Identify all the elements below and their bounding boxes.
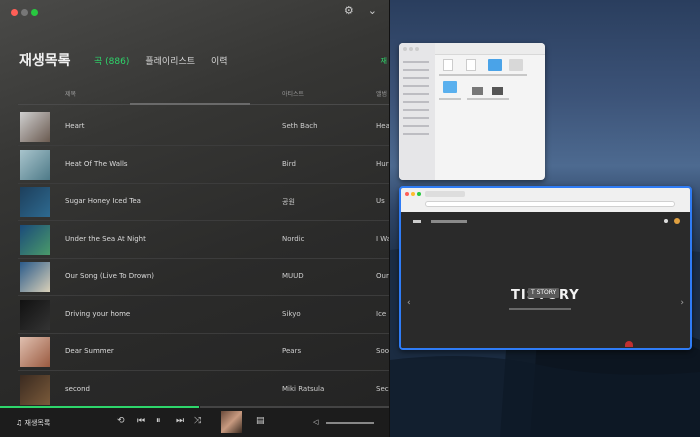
song-title: Sugar Honey Iced Tea xyxy=(65,197,141,205)
dock-app-icon[interactable] xyxy=(625,341,633,347)
close-button[interactable] xyxy=(11,9,18,16)
song-title: Dear Summer xyxy=(65,347,114,355)
song-title: Driving your home xyxy=(65,309,131,318)
playback-progress[interactable] xyxy=(0,406,199,408)
album-art[interactable] xyxy=(20,149,50,180)
page-title: 재생목록 xyxy=(19,53,71,69)
now-playing-artwork[interactable] xyxy=(221,411,242,433)
tab-history[interactable]: 이력 xyxy=(211,54,228,67)
image-file-icon[interactable] xyxy=(492,87,503,95)
column-header-artist[interactable]: 아티스트 xyxy=(282,89,304,98)
chevron-down-icon[interactable]: ⌄ xyxy=(368,4,377,17)
finder-window[interactable] xyxy=(399,43,545,180)
address-bar[interactable] xyxy=(425,201,675,207)
song-title: Heart xyxy=(65,122,85,130)
song-artist[interactable]: Seth Bach xyxy=(282,122,318,130)
song-row[interactable]: Driving your home Sikyo Ice xyxy=(0,296,389,334)
browser-tab[interactable] xyxy=(425,191,465,197)
carousel-next-icon[interactable]: › xyxy=(680,298,684,308)
song-title: Our Song (Live To Drown) xyxy=(65,272,155,280)
repeat-icon[interactable]: ⟲ xyxy=(117,416,125,426)
volume-icon[interactable]: ◁ xyxy=(313,418,318,426)
album-art[interactable] xyxy=(20,374,50,405)
fullscreen-button[interactable] xyxy=(31,9,38,16)
avatar[interactable] xyxy=(674,218,680,224)
song-row[interactable]: Sugar Honey Iced Tea 공원 Us xyxy=(0,183,389,221)
pause-icon[interactable]: ⏸ xyxy=(156,416,161,426)
song-album[interactable]: Our xyxy=(376,272,389,280)
song-row[interactable]: Heat Of The Walls Bird Hur xyxy=(0,146,389,184)
carousel-prev-icon[interactable]: ‹ xyxy=(407,298,411,308)
tistory-page: ‹ › TISTORY T STORY xyxy=(401,212,690,348)
tab-playlists[interactable]: 플레이리스트 xyxy=(145,54,195,67)
song-artist[interactable]: 공원 xyxy=(282,197,295,207)
prev-icon[interactable]: ⏮ xyxy=(137,416,145,426)
volume-slider[interactable] xyxy=(326,422,374,424)
tab-songs[interactable]: 곡 (886) xyxy=(94,54,129,67)
song-artist[interactable]: Pears xyxy=(282,347,301,355)
song-album[interactable]: Sec xyxy=(376,385,389,393)
song-row[interactable]: Under the Sea At Night Nordic I Wa xyxy=(0,221,389,259)
album-art[interactable] xyxy=(20,112,50,142)
song-row[interactable]: Our Song (Live To Drown) MUUD Our xyxy=(0,258,389,296)
song-album[interactable]: Hur xyxy=(376,160,389,168)
song-album[interactable]: I Wa xyxy=(376,235,389,243)
song-artist[interactable]: Bird xyxy=(282,160,296,168)
song-row[interactable]: second Miki Ratsula Sec xyxy=(0,371,389,409)
player-playlist-label[interactable]: ♫ 재생목록 xyxy=(16,418,50,428)
next-icon[interactable]: ⏭ xyxy=(176,416,184,426)
song-album[interactable]: Hea xyxy=(376,122,389,130)
song-row[interactable]: Dear Summer Pears Soo xyxy=(0,333,389,371)
document-icon[interactable] xyxy=(466,59,476,71)
lyrics-icon[interactable]: ▤ xyxy=(256,416,265,426)
tab-bar: 곡 (886) 플레이리스트 이력 xyxy=(94,54,228,67)
search-icon[interactable] xyxy=(664,219,668,223)
folder-icon[interactable] xyxy=(443,81,457,93)
album-art[interactable] xyxy=(20,299,50,330)
album-art[interactable] xyxy=(20,337,50,367)
browser-toolbar xyxy=(401,188,690,212)
song-album[interactable]: Us xyxy=(376,197,385,205)
song-artist[interactable]: Sikyo xyxy=(282,310,301,318)
song-title: Under the Sea At Night xyxy=(65,234,146,243)
playlist-icon: ♫ xyxy=(16,419,23,427)
minimize-button[interactable] xyxy=(21,9,28,16)
column-header-album[interactable]: 앨범 xyxy=(376,89,387,98)
song-title: second xyxy=(65,384,90,393)
song-artist[interactable]: Nordic xyxy=(282,235,305,243)
image-file-icon[interactable] xyxy=(472,87,483,95)
folder-icon[interactable] xyxy=(488,59,502,71)
song-artist[interactable]: MUUD xyxy=(282,272,304,280)
finder-toolbar xyxy=(435,43,545,55)
shuffle-icon[interactable]: ⤨ xyxy=(194,416,201,426)
album-art[interactable] xyxy=(20,262,50,292)
play-all-button[interactable]: 재 xyxy=(381,56,387,66)
menu-icon[interactable] xyxy=(413,220,421,223)
album-art[interactable] xyxy=(20,187,50,217)
document-icon[interactable] xyxy=(443,59,453,71)
song-title: Heat Of The Walls xyxy=(65,159,128,168)
song-album[interactable]: Soo xyxy=(376,347,389,355)
gear-icon[interactable]: ⚙ xyxy=(344,4,354,17)
album-art[interactable] xyxy=(20,224,50,255)
song-row[interactable]: Heart Seth Bach Hea xyxy=(0,108,389,146)
folder-icon[interactable] xyxy=(509,59,523,71)
music-app-window: ⚙ ⌄ 재생목록 곡 (886) 플레이리스트 이력 재 제목 아티스트 앨범 … xyxy=(0,0,390,437)
browser-window[interactable]: ‹ › TISTORY T STORY xyxy=(399,186,692,350)
song-album[interactable]: Ice xyxy=(376,310,386,318)
column-header-song[interactable]: 제목 xyxy=(65,89,76,98)
song-artist[interactable]: Miki Ratsula xyxy=(282,385,324,393)
column-resize-handle[interactable] xyxy=(130,103,250,105)
tistory-badge: T STORY xyxy=(528,288,560,298)
finder-sidebar xyxy=(399,43,435,180)
